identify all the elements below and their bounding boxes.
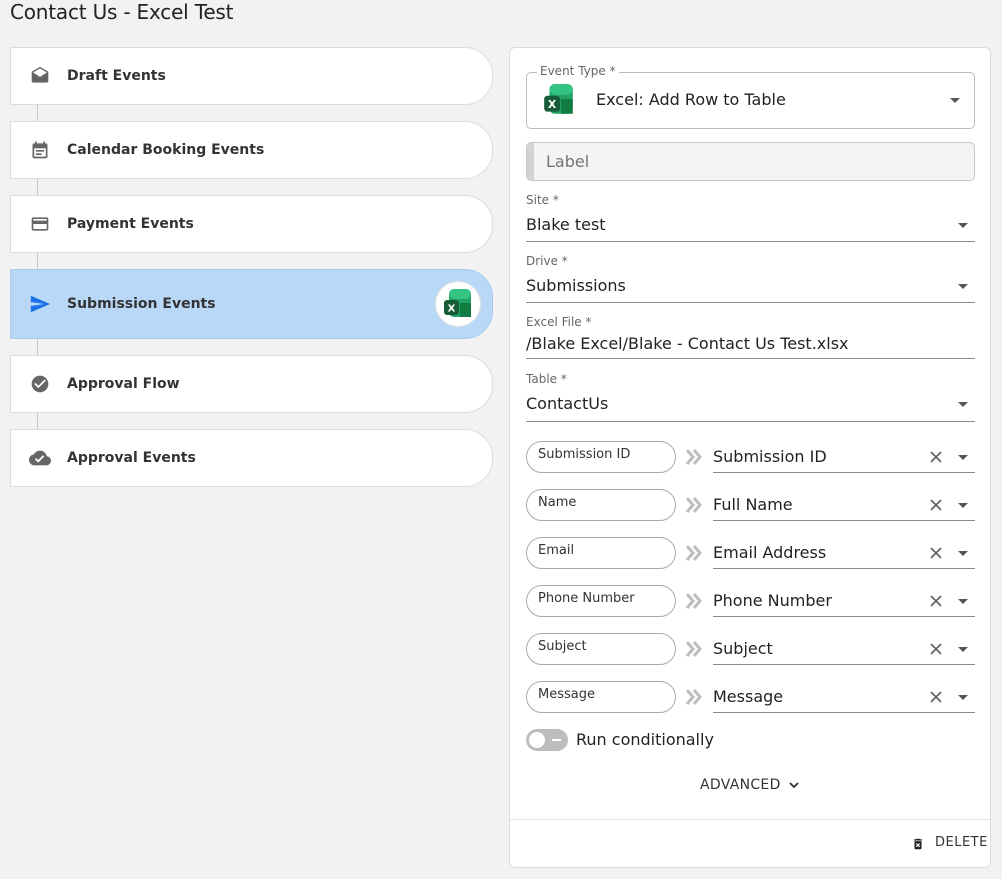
target-field-select[interactable]: Phone Number bbox=[713, 591, 832, 610]
svg-text:X: X bbox=[548, 99, 556, 111]
page-title: Contact Us - Excel Test bbox=[10, 0, 234, 24]
credit-card-icon bbox=[28, 212, 52, 236]
chevron-down-icon[interactable] bbox=[958, 647, 968, 652]
clear-icon[interactable] bbox=[929, 450, 943, 464]
chevron-down-icon bbox=[789, 782, 799, 789]
chevron-down-icon[interactable] bbox=[958, 223, 968, 228]
advanced-button[interactable]: ADVANCED bbox=[695, 774, 807, 796]
excel-file-underline bbox=[526, 358, 975, 359]
site-label: Site * bbox=[526, 193, 559, 207]
chevron-down-icon[interactable] bbox=[958, 402, 968, 407]
source-field-chip[interactable]: Subject bbox=[526, 633, 676, 665]
double-chevron-right-icon bbox=[685, 689, 702, 705]
event-type-value: Excel: Add Row to Table bbox=[596, 90, 786, 109]
double-chevron-right-icon bbox=[685, 545, 702, 561]
step-submission-events[interactable]: Submission Events X bbox=[10, 269, 493, 339]
label-input-accent bbox=[527, 143, 534, 180]
source-field-chip[interactable]: Phone Number bbox=[526, 585, 676, 617]
drive-underline bbox=[526, 302, 975, 303]
svg-text:X: X bbox=[448, 304, 456, 315]
chevron-down-icon[interactable] bbox=[958, 599, 968, 604]
step-calendar-booking-events[interactable]: Calendar Booking Events bbox=[10, 121, 493, 179]
step-approval-events[interactable]: Approval Events bbox=[10, 429, 493, 487]
chevron-down-icon[interactable] bbox=[958, 695, 968, 700]
cloud-done-icon bbox=[28, 446, 52, 470]
advanced-label: ADVANCED bbox=[700, 777, 781, 793]
source-field-chip[interactable]: Name bbox=[526, 489, 676, 521]
calendar-icon bbox=[28, 138, 52, 162]
excel-file-label: Excel File * bbox=[526, 315, 592, 329]
double-chevron-right-icon bbox=[685, 641, 702, 657]
chevron-down-icon[interactable] bbox=[958, 551, 968, 556]
step-draft-events[interactable]: Draft Events bbox=[10, 47, 493, 105]
source-field-chip[interactable]: Message bbox=[526, 681, 676, 713]
target-field-select[interactable]: Subject bbox=[713, 639, 773, 658]
source-field-chip[interactable]: Submission ID bbox=[526, 441, 676, 473]
clear-icon[interactable] bbox=[929, 546, 943, 560]
chevron-down-icon[interactable] bbox=[958, 503, 968, 508]
step-connector bbox=[37, 252, 38, 270]
site-underline bbox=[526, 241, 975, 242]
double-chevron-right-icon bbox=[685, 497, 702, 513]
excel-file-input[interactable]: /Blake Excel/Blake - Contact Us Test.xls… bbox=[526, 334, 849, 353]
panel-divider bbox=[510, 819, 990, 820]
clear-icon[interactable] bbox=[929, 498, 943, 512]
step-connector bbox=[37, 412, 38, 430]
target-field-select[interactable]: Email Address bbox=[713, 543, 826, 562]
target-field-select[interactable]: Message bbox=[713, 687, 783, 706]
chevron-down-icon[interactable] bbox=[958, 455, 968, 460]
site-select[interactable]: Blake test bbox=[526, 215, 606, 234]
step-label: Submission Events bbox=[67, 296, 216, 312]
step-approval-flow[interactable]: Approval Flow bbox=[10, 355, 493, 413]
table-label: Table * bbox=[526, 372, 567, 386]
step-label: Approval Flow bbox=[67, 376, 180, 392]
drive-select[interactable]: Submissions bbox=[526, 276, 626, 295]
step-payment-events[interactable]: Payment Events bbox=[10, 195, 493, 253]
step-connector bbox=[37, 104, 38, 122]
clear-icon[interactable] bbox=[929, 642, 943, 656]
step-connector bbox=[37, 178, 38, 196]
excel-icon: X bbox=[541, 82, 577, 118]
clear-icon[interactable] bbox=[929, 594, 943, 608]
trash-icon bbox=[913, 838, 923, 850]
run-conditionally-toggle[interactable] bbox=[526, 729, 568, 751]
clear-icon[interactable] bbox=[929, 690, 943, 704]
step-label: Draft Events bbox=[67, 68, 166, 84]
table-underline bbox=[526, 421, 975, 422]
source-field-chip[interactable]: Email bbox=[526, 537, 676, 569]
check-circle-icon bbox=[28, 372, 52, 396]
target-field-select[interactable]: Submission ID bbox=[713, 447, 827, 466]
step-label: Calendar Booking Events bbox=[67, 142, 265, 158]
chevron-down-icon[interactable] bbox=[958, 284, 968, 289]
run-conditionally-label: Run conditionally bbox=[576, 730, 714, 749]
target-field-select[interactable]: Full Name bbox=[713, 495, 793, 514]
label-input[interactable] bbox=[540, 146, 960, 176]
drafts-icon bbox=[28, 64, 52, 88]
delete-label: DELETE bbox=[935, 835, 988, 850]
double-chevron-right-icon bbox=[685, 449, 702, 465]
table-select[interactable]: ContactUs bbox=[526, 394, 608, 413]
event-type-label: Event Type * bbox=[537, 64, 619, 78]
drive-label: Drive * bbox=[526, 254, 568, 268]
chevron-down-icon[interactable] bbox=[950, 98, 960, 103]
step-label: Payment Events bbox=[67, 216, 194, 232]
delete-button[interactable]: DELETE bbox=[905, 831, 988, 855]
double-chevron-right-icon bbox=[685, 593, 702, 609]
excel-icon: X bbox=[436, 282, 480, 326]
send-icon bbox=[28, 292, 52, 316]
step-label: Approval Events bbox=[67, 450, 196, 466]
